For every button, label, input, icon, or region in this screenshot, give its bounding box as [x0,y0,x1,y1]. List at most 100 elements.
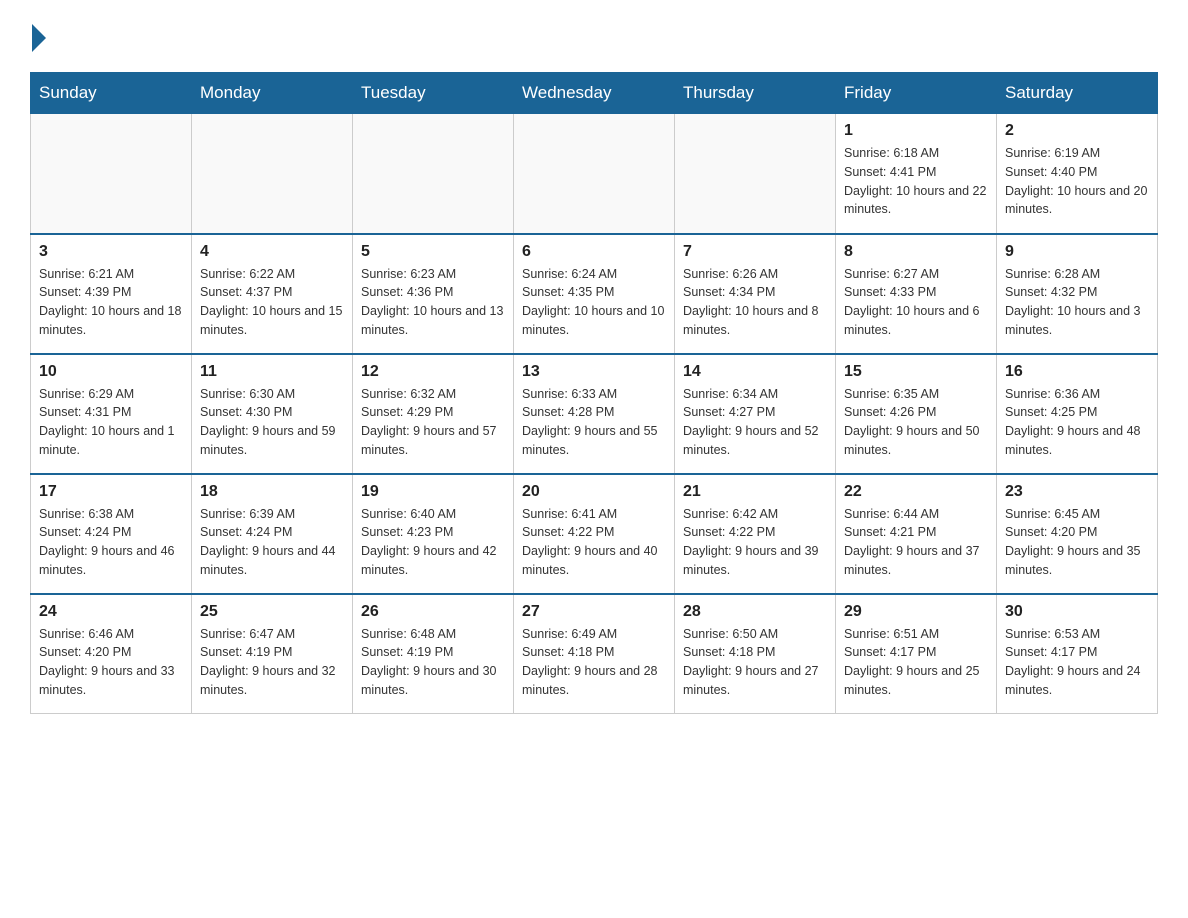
weekday-header-thursday: Thursday [675,73,836,114]
calendar-cell: 12 Sunrise: 6:32 AMSunset: 4:29 PMDayligh… [353,354,514,474]
calendar-week-row: 17 Sunrise: 6:38 AMSunset: 4:24 PMDayligh… [31,474,1158,594]
day-number: 8 [844,243,988,261]
calendar-cell: 25 Sunrise: 6:47 AMSunset: 4:19 PMDayligh… [192,594,353,714]
calendar-cell [192,114,353,234]
calendar-cell: 9Sunrise: 6:28 AMSunset: 4:32 PMDaylight… [997,234,1158,354]
day-info: Sunrise: 6:26 AMSunset: 4:34 PMDaylight:… [683,265,827,340]
logo-arrow-icon [32,24,46,52]
calendar-cell: 24Sunrise: 6:46 AMSunset: 4:20 PMDayligh… [31,594,192,714]
calendar-cell: 30 Sunrise: 6:53 AMSunset: 4:17 PMDayligh… [997,594,1158,714]
day-number: 5 [361,243,505,261]
calendar-cell: 19 Sunrise: 6:40 AMSunset: 4:23 PMDayligh… [353,474,514,594]
day-info: Sunrise: 6:53 AMSunset: 4:17 PMDaylight:… [1005,625,1149,700]
day-number: 13 [522,363,666,381]
calendar-cell [514,114,675,234]
calendar-cell: 28Sunrise: 6:50 AMSunset: 4:18 PMDayligh… [675,594,836,714]
day-info: Sunrise: 6:47 AMSunset: 4:19 PMDaylight:… [200,625,344,700]
weekday-header-sunday: Sunday [31,73,192,114]
day-info: Sunrise: 6:46 AMSunset: 4:20 PMDaylight:… [39,625,183,700]
day-info: Sunrise: 6:44 AMSunset: 4:21 PMDaylight:… [844,505,988,580]
day-number: 7 [683,243,827,261]
day-number: 20 [522,483,666,501]
calendar-cell: 15Sunrise: 6:35 AMSunset: 4:26 PMDayligh… [836,354,997,474]
day-info: Sunrise: 6:35 AMSunset: 4:26 PMDaylight:… [844,385,988,460]
calendar-cell [675,114,836,234]
day-number: 14 [683,363,827,381]
day-number: 6 [522,243,666,261]
calendar-cell: 3 Sunrise: 6:21 AMSunset: 4:39 PMDaylight… [31,234,192,354]
day-number: 26 [361,603,505,621]
calendar-cell [353,114,514,234]
day-info: Sunrise: 6:32 AMSunset: 4:29 PMDaylight:… [361,385,505,460]
calendar-cell: 29 Sunrise: 6:51 AMSunset: 4:17 PMDayligh… [836,594,997,714]
day-number: 2 [1005,122,1149,140]
day-info: Sunrise: 6:21 AMSunset: 4:39 PMDaylight:… [39,265,183,340]
calendar-cell: 26Sunrise: 6:48 AMSunset: 4:19 PMDayligh… [353,594,514,714]
day-info: Sunrise: 6:40 AMSunset: 4:23 PMDaylight:… [361,505,505,580]
day-number: 3 [39,243,183,261]
weekday-header-saturday: Saturday [997,73,1158,114]
calendar-cell: 10 Sunrise: 6:29 AMSunset: 4:31 PMDayligh… [31,354,192,474]
calendar-cell: 21 Sunrise: 6:42 AMSunset: 4:22 PMDayligh… [675,474,836,594]
calendar-cell: 18 Sunrise: 6:39 AMSunset: 4:24 PMDayligh… [192,474,353,594]
calendar-cell [31,114,192,234]
calendar-cell: 4 Sunrise: 6:22 AMSunset: 4:37 PMDaylight… [192,234,353,354]
day-number: 29 [844,603,988,621]
day-info: Sunrise: 6:38 AMSunset: 4:24 PMDaylight:… [39,505,183,580]
day-info: Sunrise: 6:24 AMSunset: 4:35 PMDaylight:… [522,265,666,340]
calendar-cell: 16Sunrise: 6:36 AMSunset: 4:25 PMDayligh… [997,354,1158,474]
calendar-cell: 17 Sunrise: 6:38 AMSunset: 4:24 PMDayligh… [31,474,192,594]
weekday-header-monday: Monday [192,73,353,114]
day-info: Sunrise: 6:33 AMSunset: 4:28 PMDaylight:… [522,385,666,460]
day-number: 19 [361,483,505,501]
day-number: 22 [844,483,988,501]
day-number: 9 [1005,243,1149,261]
day-info: Sunrise: 6:39 AMSunset: 4:24 PMDaylight:… [200,505,344,580]
calendar-table: SundayMondayTuesdayWednesdayThursdayFrid… [30,72,1158,714]
day-info: Sunrise: 6:27 AMSunset: 4:33 PMDaylight:… [844,265,988,340]
day-number: 10 [39,363,183,381]
day-number: 30 [1005,603,1149,621]
calendar-cell: 22 Sunrise: 6:44 AMSunset: 4:21 PMDayligh… [836,474,997,594]
calendar-week-row: 1Sunrise: 6:18 AMSunset: 4:41 PMDaylight… [31,114,1158,234]
day-info: Sunrise: 6:45 AMSunset: 4:20 PMDaylight:… [1005,505,1149,580]
day-number: 23 [1005,483,1149,501]
day-number: 21 [683,483,827,501]
calendar-week-row: 24Sunrise: 6:46 AMSunset: 4:20 PMDayligh… [31,594,1158,714]
calendar-cell: 7 Sunrise: 6:26 AMSunset: 4:34 PMDaylight… [675,234,836,354]
calendar-week-row: 10 Sunrise: 6:29 AMSunset: 4:31 PMDayligh… [31,354,1158,474]
page-header [30,20,1158,52]
calendar-cell: 11Sunrise: 6:30 AMSunset: 4:30 PMDayligh… [192,354,353,474]
calendar-cell: 1Sunrise: 6:18 AMSunset: 4:41 PMDaylight… [836,114,997,234]
calendar-cell: 20Sunrise: 6:41 AMSunset: 4:22 PMDayligh… [514,474,675,594]
day-info: Sunrise: 6:51 AMSunset: 4:17 PMDaylight:… [844,625,988,700]
day-number: 12 [361,363,505,381]
day-number: 17 [39,483,183,501]
day-number: 11 [200,363,344,381]
weekday-header-wednesday: Wednesday [514,73,675,114]
day-number: 18 [200,483,344,501]
calendar-cell: 23 Sunrise: 6:45 AMSunset: 4:20 PMDayligh… [997,474,1158,594]
day-info: Sunrise: 6:49 AMSunset: 4:18 PMDaylight:… [522,625,666,700]
day-number: 4 [200,243,344,261]
logo [30,20,46,52]
day-number: 1 [844,122,988,140]
day-info: Sunrise: 6:22 AMSunset: 4:37 PMDaylight:… [200,265,344,340]
day-info: Sunrise: 6:23 AMSunset: 4:36 PMDaylight:… [361,265,505,340]
day-info: Sunrise: 6:42 AMSunset: 4:22 PMDaylight:… [683,505,827,580]
calendar-cell: 5 Sunrise: 6:23 AMSunset: 4:36 PMDaylight… [353,234,514,354]
calendar-cell: 27Sunrise: 6:49 AMSunset: 4:18 PMDayligh… [514,594,675,714]
calendar-cell: 2 Sunrise: 6:19 AMSunset: 4:40 PMDaylight… [997,114,1158,234]
weekday-header-friday: Friday [836,73,997,114]
day-info: Sunrise: 6:19 AMSunset: 4:40 PMDaylight:… [1005,144,1149,219]
day-info: Sunrise: 6:29 AMSunset: 4:31 PMDaylight:… [39,385,183,460]
day-number: 28 [683,603,827,621]
day-number: 25 [200,603,344,621]
calendar-cell: 6 Sunrise: 6:24 AMSunset: 4:35 PMDaylight… [514,234,675,354]
calendar-cell: 8 Sunrise: 6:27 AMSunset: 4:33 PMDaylight… [836,234,997,354]
day-number: 16 [1005,363,1149,381]
calendar-cell: 14 Sunrise: 6:34 AMSunset: 4:27 PMDayligh… [675,354,836,474]
day-info: Sunrise: 6:34 AMSunset: 4:27 PMDaylight:… [683,385,827,460]
weekday-header-tuesday: Tuesday [353,73,514,114]
calendar-week-row: 3 Sunrise: 6:21 AMSunset: 4:39 PMDaylight… [31,234,1158,354]
